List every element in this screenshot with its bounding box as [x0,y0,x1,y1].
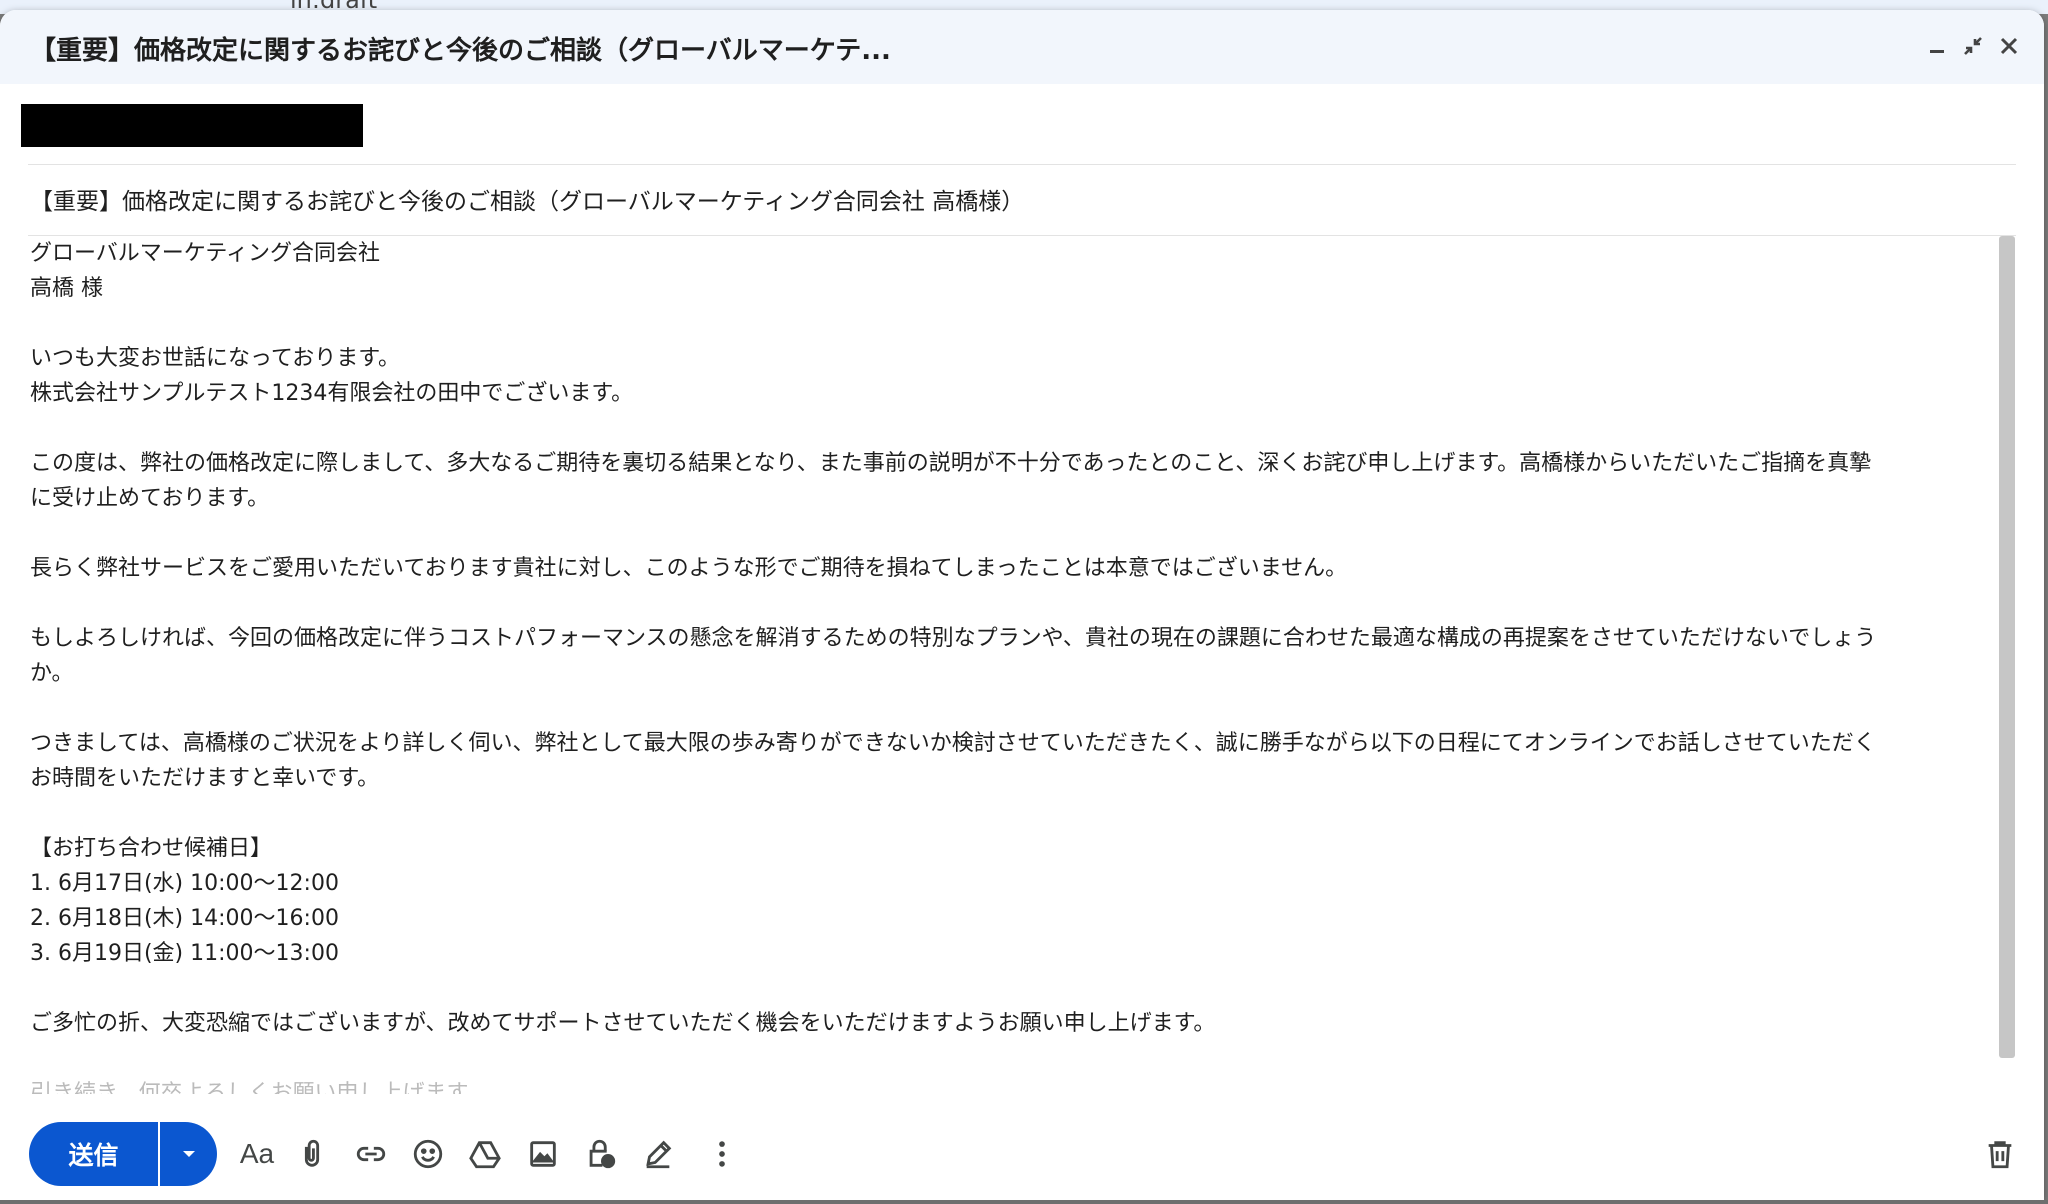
redacted-recipient [21,104,363,147]
body-line: ご多忙の折、大変恐縮ではございますが、改めてサポートさせていただく機会をいただけ… [30,1011,1216,1036]
paperclip-icon[interactable] [290,1132,334,1176]
body-line: 2. 6月18日(木) 14:00〜16:00 [30,906,339,931]
lock-clock-icon[interactable] [579,1132,623,1176]
body-line [30,516,1990,551]
exit-fullscreen-icon[interactable] [1955,28,1991,64]
body-line [30,411,1990,446]
body-line: 長らく弊社サービスをご愛用いただいております貴社に対し、このような形でご期待を損… [30,556,1348,581]
body-line: グローバルマーケティング合同会社 [30,241,381,266]
minimize-icon[interactable] [1919,28,1955,64]
body-line [30,586,1990,621]
message-body[interactable]: グローバルマーケティング合同会社 高橋 様いつも大変お世話になっております。株式会… [30,236,1990,1096]
body-line: 引き続き、何卒よろしくお願い申し上げます。 [30,1081,489,1094]
compose-window: 【重要】価格改定に関するお詫びと今後のご相談（グローバルマーケテ... グローバ… [0,10,2044,1200]
photo-icon[interactable] [521,1132,565,1176]
body-line: に受け止めております。 [30,486,270,511]
body-line: 高橋 様 [30,276,103,301]
trash-icon[interactable] [1978,1132,2022,1176]
compose-window-title: 【重要】価格改定に関するお詫びと今後のご相談（グローバルマーケテ... [30,36,891,66]
body-line: もしよろしければ、今回の価格改定に伴うコストパフォーマンスの懸念を解消するための… [30,626,1877,651]
body-line [30,1041,1990,1076]
subject-input[interactable] [28,165,2020,233]
body-line [30,971,1990,1006]
body-line: 【お打ち合わせ候補日】 [30,836,273,861]
window-bottom-edge [0,1200,2048,1204]
body-line: いつも大変お世話になっております。 [30,346,401,371]
body-line: 株式会社サンプルテスト1234有限会社の田中でございます。 [30,381,634,406]
chevron-down-icon[interactable] [160,1122,217,1186]
pen-icon[interactable] [636,1132,680,1176]
send-button[interactable]: 送信 [29,1122,158,1186]
subject-row [28,165,2020,236]
body-line [30,796,1990,831]
body-line: か。 [30,661,74,686]
link-icon[interactable] [349,1132,393,1176]
body-line: つきましては、高橋様のご状況をより詳しく伺い、弊社として最大限の歩み寄りができな… [30,731,1876,756]
body-line: 1. 6月17日(水) 10:00〜12:00 [30,871,339,896]
body-line: お時間をいただけますと幸いです。 [30,766,380,791]
compose-titlebar[interactable]: 【重要】価格改定に関するお詫びと今後のご相談（グローバルマーケテ... [0,10,2044,84]
text-format-label: Aa [239,1138,275,1169]
body-line: この度は、弊社の価格改定に際しまして、多大なるご期待を裏切る結果となり、また事前… [30,451,1872,476]
recipients-field[interactable] [21,84,2016,165]
close-icon[interactable] [1991,28,2027,64]
body-line [30,306,1990,341]
emoji-icon[interactable] [406,1132,450,1176]
body-scrollbar[interactable] [1999,236,2015,1058]
send-button-group: 送信 [29,1122,217,1186]
body-line [30,691,1990,726]
compose-toolbar: 送信 Aa [0,1100,2044,1200]
body-line: 3. 6月19日(金) 11:00〜13:00 [30,941,339,966]
more-vert-icon[interactable] [700,1132,744,1176]
text-format-icon[interactable]: Aa [235,1132,279,1176]
drive-icon[interactable] [463,1132,507,1176]
